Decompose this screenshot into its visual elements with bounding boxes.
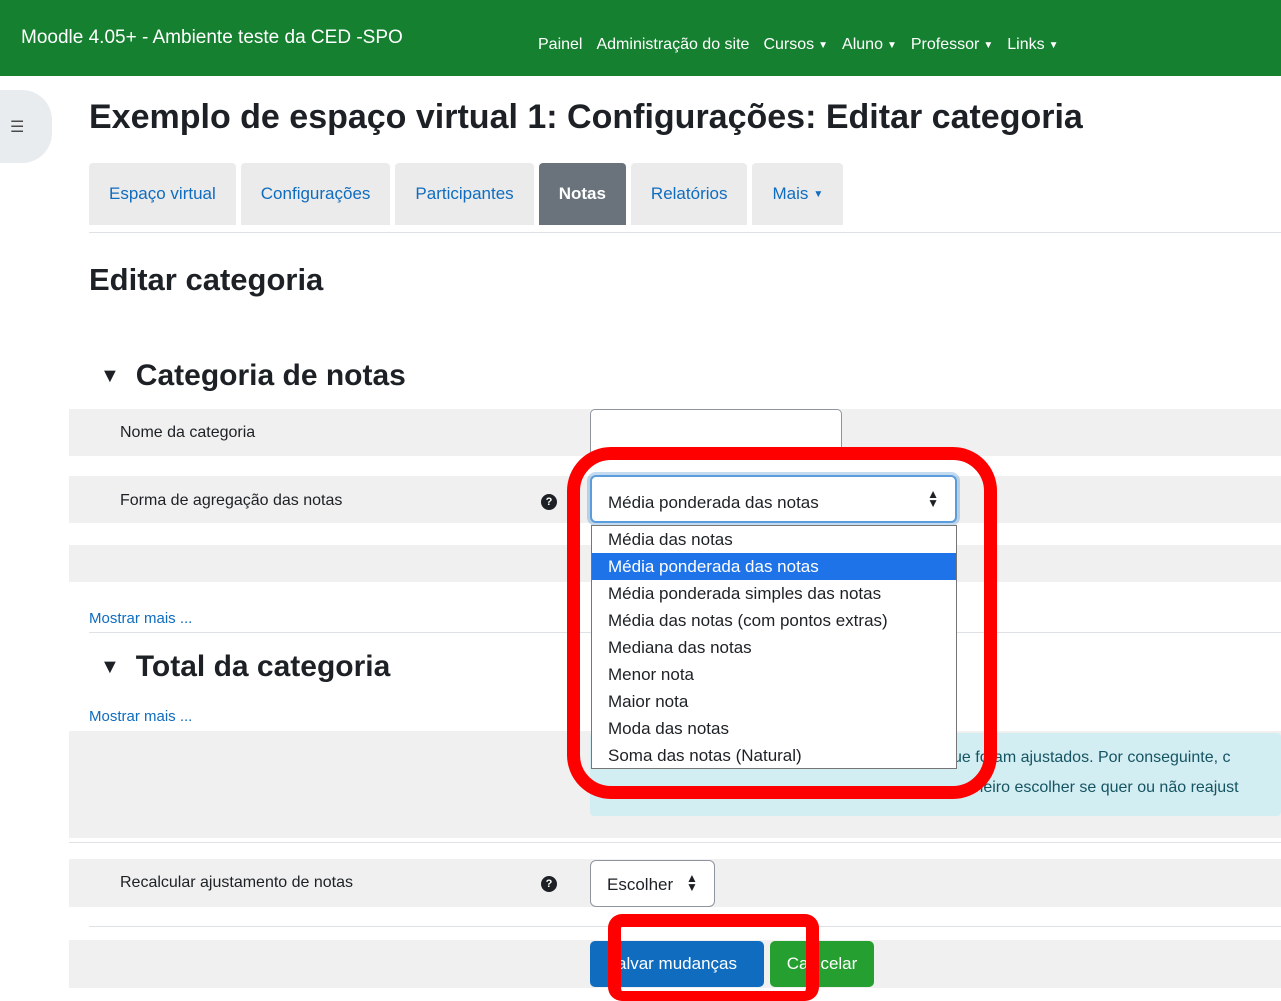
tab-mais[interactable]: Mais ▼ bbox=[752, 163, 844, 225]
tab-configuracoes[interactable]: Configurações bbox=[240, 163, 391, 225]
tabs-divider bbox=[89, 232, 1281, 233]
section-category-total[interactable]: ▼ Total da categoria bbox=[100, 650, 390, 684]
aggregation-label: Forma de agregação das notas bbox=[120, 492, 343, 509]
show-more-link-total[interactable]: Mostrar mais ... bbox=[89, 708, 192, 725]
chevron-down-icon: ▼ bbox=[886, 39, 897, 51]
nav-painel[interactable]: Painel bbox=[538, 36, 582, 54]
tab-relatorios[interactable]: Relatórios bbox=[630, 163, 748, 225]
tab-notas[interactable]: Notas bbox=[538, 163, 626, 225]
highlight-annotation-save bbox=[608, 914, 819, 1001]
tab-participantes[interactable]: Participantes bbox=[395, 163, 534, 225]
chevron-down-icon: ▼ bbox=[100, 364, 120, 387]
page-title: Exemplo de espaço virtual 1: Configuraçõ… bbox=[89, 98, 1083, 136]
chevron-down-icon: ▼ bbox=[813, 188, 824, 200]
site-name[interactable]: Moodle 4.05+ - Ambiente teste da CED -SP… bbox=[21, 27, 403, 49]
divider bbox=[69, 842, 1281, 843]
nav-professor[interactable]: Professor ▼ bbox=[911, 36, 993, 54]
help-icon[interactable]: ? bbox=[541, 494, 557, 510]
section-grade-category[interactable]: ▼ Categoria de notas bbox=[100, 359, 406, 393]
chevron-down-icon: ▼ bbox=[100, 655, 120, 678]
sort-icon: ▲ ▼ bbox=[686, 871, 698, 894]
nav-cursos[interactable]: Cursos ▼ bbox=[763, 36, 828, 54]
help-icon[interactable]: ? bbox=[541, 876, 557, 892]
secondary-nav-tabs: Espaço virtual Configurações Participant… bbox=[89, 163, 848, 225]
category-name-label: Nome da categoria bbox=[120, 424, 256, 441]
chevron-down-icon: ▼ bbox=[818, 39, 829, 51]
recalc-label: Recalcular ajustamento de notas bbox=[120, 874, 354, 891]
section-heading: Editar categoria bbox=[89, 262, 324, 297]
show-more-link[interactable]: Mostrar mais ... bbox=[89, 610, 192, 627]
info-text-line2: meiro escolher se quer ou não reajust bbox=[970, 779, 1239, 796]
nav-admin[interactable]: Administração do site bbox=[596, 36, 749, 54]
top-navbar: Moodle 4.05+ - Ambiente teste da CED -SP… bbox=[0, 0, 1281, 76]
recalc-select[interactable]: Escolher ▲ ▼ bbox=[590, 860, 715, 907]
nav-aluno[interactable]: Aluno ▼ bbox=[842, 36, 897, 54]
highlight-annotation-dropdown bbox=[567, 447, 997, 799]
list-icon: ☰ bbox=[10, 119, 25, 136]
course-index-toggle[interactable]: ☰ bbox=[0, 90, 52, 163]
chevron-down-icon: ▼ bbox=[1048, 39, 1059, 51]
nav-links-menu[interactable]: Links ▼ bbox=[1007, 36, 1058, 54]
tab-espaco-virtual[interactable]: Espaço virtual bbox=[89, 163, 236, 225]
chevron-down-icon: ▼ bbox=[983, 39, 994, 51]
nav-links: Painel Administração do site Cursos ▼ Alu… bbox=[538, 36, 1073, 54]
